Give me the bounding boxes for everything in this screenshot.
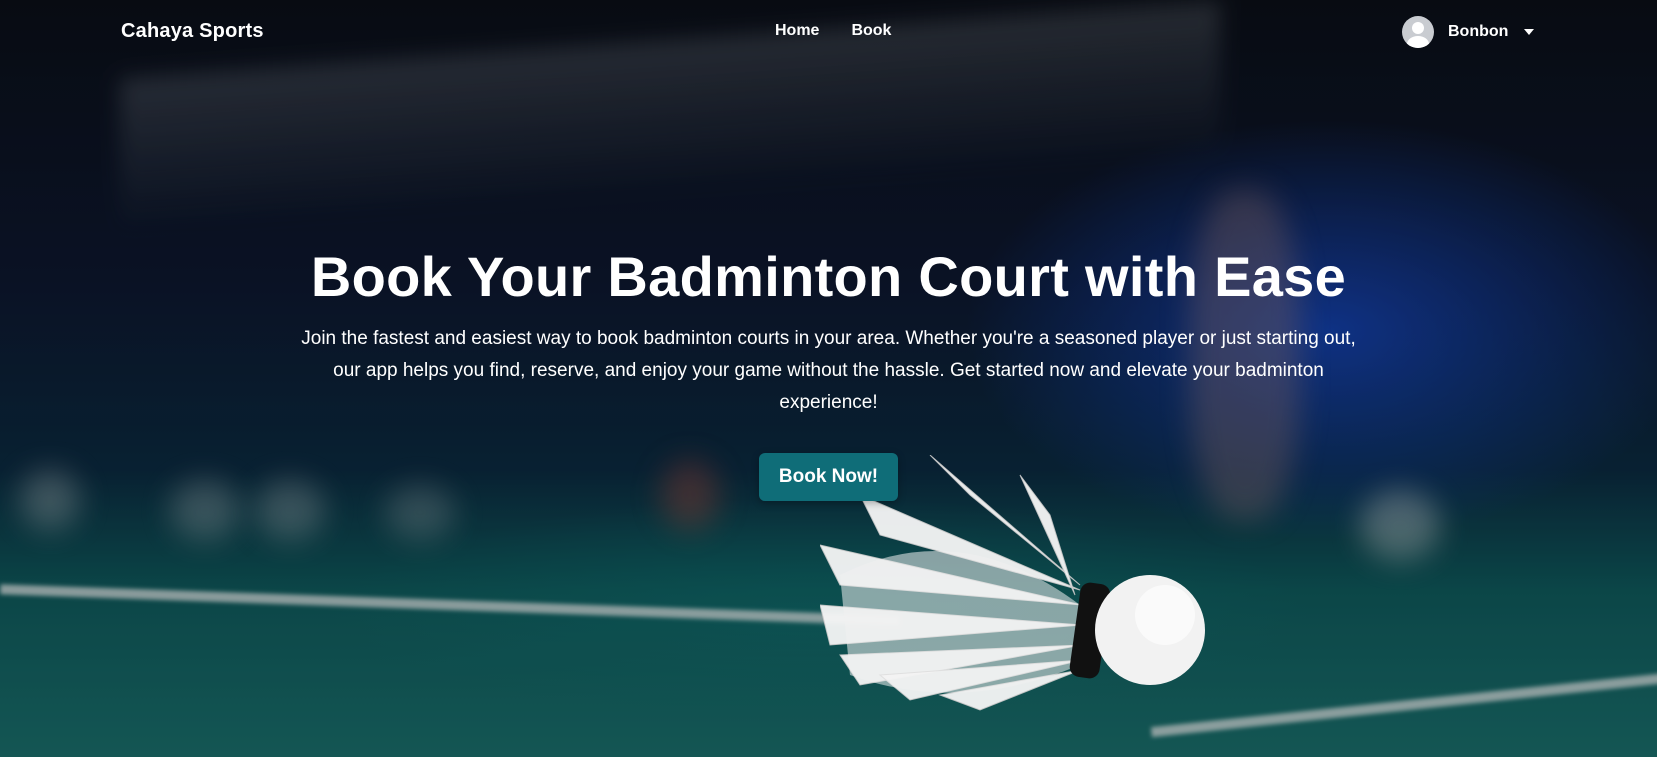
chevron-down-icon — [1524, 29, 1535, 35]
user-name: Bonbon — [1448, 23, 1509, 40]
nav-link-book[interactable]: Book — [851, 22, 891, 40]
nav-link-home[interactable]: Home — [775, 22, 819, 40]
brand-logo[interactable]: Cahaya Sports — [121, 20, 264, 43]
nav-links: Home Book — [775, 22, 891, 40]
book-now-button[interactable]: Book Now! — [758, 453, 899, 501]
top-navbar: Cahaya Sports Home Book Bonbon — [0, 0, 1657, 66]
hero-headline: Book Your Badminton Court with Ease — [310, 245, 1347, 308]
hero-content: Book Your Badminton Court with Ease Join… — [0, 244, 1657, 501]
hero-section: Cahaya Sports Home Book Bonbon Book Your… — [0, 0, 1657, 757]
user-menu[interactable]: Bonbon — [1402, 16, 1535, 48]
hero-subtext: Join the fastest and easiest way to book… — [301, 328, 1356, 413]
user-avatar-icon — [1402, 16, 1434, 48]
